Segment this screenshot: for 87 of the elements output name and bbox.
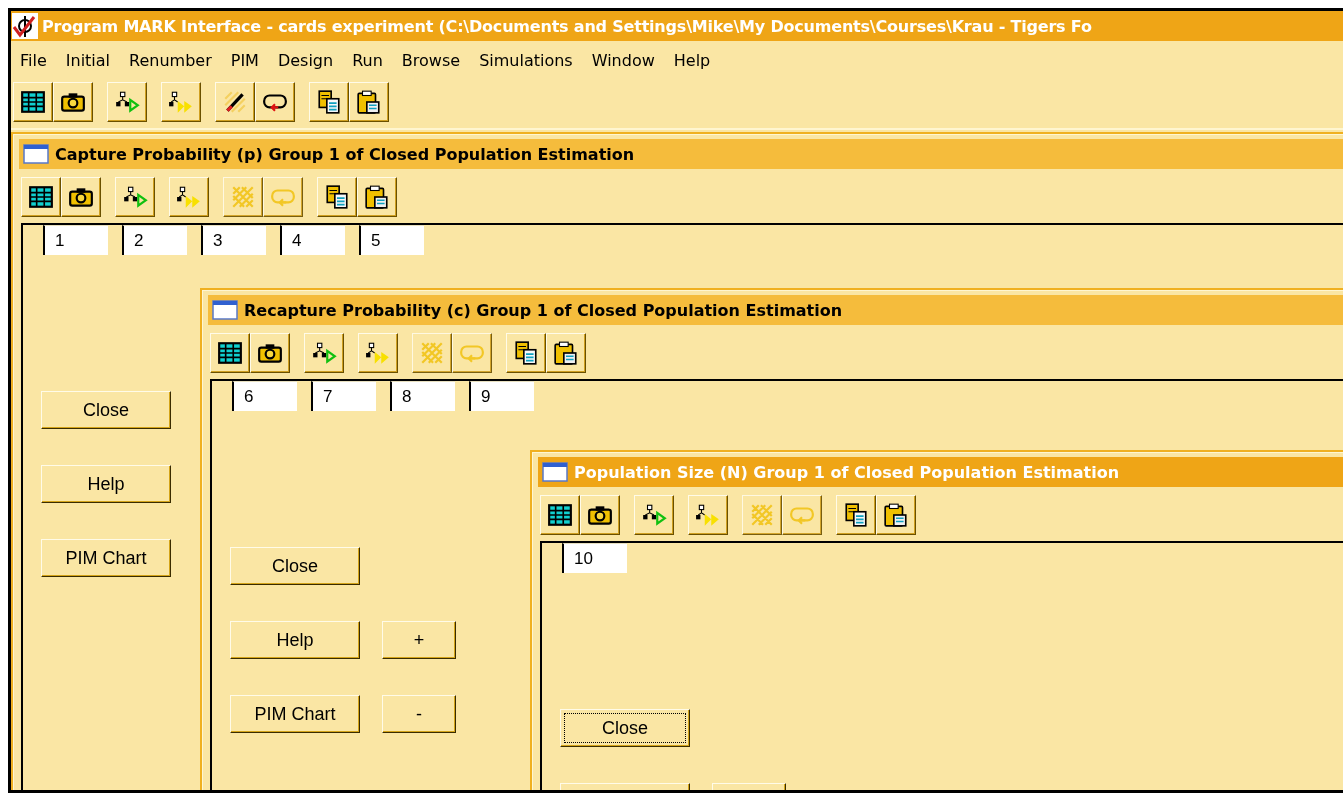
hatched-icon: [749, 502, 775, 528]
pencil-icon: [222, 89, 248, 115]
window-icon: [23, 144, 49, 164]
toolbar-button[interactable]: [540, 495, 580, 535]
tree-play-icon: [122, 184, 148, 210]
menu-item[interactable]: Design: [277, 51, 334, 77]
menu-item[interactable]: Initial: [65, 51, 111, 77]
window-title: Program MARK Interface - cards experiment (C:\Documents and Settings\Mike\My Documents\Courses\Krau - Tigers Fo: [42, 16, 1092, 36]
paste-icon: [364, 184, 390, 210]
tree-fast-forward-icon: [176, 184, 202, 210]
parameter-field[interactable]: 8: [390, 381, 455, 411]
toolbar-button[interactable]: [634, 495, 674, 535]
toolbar-button[interactable]: [210, 333, 250, 373]
toolbar-button[interactable]: [107, 82, 147, 122]
toolbar-button[interactable]: [317, 177, 357, 217]
parameter-field[interactable]: 1: [43, 225, 108, 255]
copy-icon: [324, 184, 350, 210]
dialog-button[interactable]: PIM Chart: [230, 695, 360, 733]
window-title: Recapture Probability (c) Group 1 of Closed Population Estimation: [244, 300, 843, 320]
dialog-button[interactable]: Help: [41, 465, 171, 503]
hatched-icon: [419, 340, 445, 366]
hatched-icon: [230, 184, 256, 210]
dialog-button[interactable]: Close: [230, 547, 360, 585]
window-title: Capture Probability (p) Group 1 of Closed Population Estimation: [55, 144, 635, 164]
paste-icon: [553, 340, 579, 366]
tree-fast-forward-icon: [365, 340, 391, 366]
parameter-field[interactable]: 2: [122, 225, 187, 255]
toolbar-button[interactable]: [358, 333, 398, 373]
toolbar-button[interactable]: [309, 82, 349, 122]
toolbar-button[interactable]: [215, 82, 255, 122]
menu-item[interactable]: Window: [591, 51, 655, 77]
tree-play-icon: [114, 89, 140, 115]
step-button[interactable]: +: [382, 621, 456, 659]
toolbar-button[interactable]: [836, 495, 876, 535]
menu-item[interactable]: Run: [352, 51, 383, 77]
parameter-field[interactable]: 5: [359, 225, 424, 255]
copy-icon: [513, 340, 539, 366]
toolbar-button[interactable]: [688, 495, 728, 535]
toolbar-button[interactable]: [169, 177, 209, 217]
dialog-button[interactable]: Help: [230, 621, 360, 659]
table-icon: [20, 89, 46, 115]
toolbar-button[interactable]: [357, 177, 397, 217]
menu-item[interactable]: Browse: [401, 51, 461, 77]
parameter-field[interactable]: 10: [562, 543, 627, 573]
menu-item[interactable]: Help: [673, 51, 711, 77]
toolbar-button[interactable]: [546, 333, 586, 373]
menu-item[interactable]: PIM: [230, 51, 259, 77]
toolbar-button[interactable]: [161, 82, 201, 122]
tree-play-icon: [641, 502, 667, 528]
parameter-field[interactable]: 9: [469, 381, 534, 411]
toolbar-button[interactable]: [250, 333, 290, 373]
toolbar-button[interactable]: [349, 82, 389, 122]
tree-play-icon: [311, 340, 337, 366]
paste-icon: [356, 89, 382, 115]
app-logo-icon: [12, 13, 38, 39]
toolbar-button[interactable]: [304, 333, 344, 373]
parameter-field[interactable]: 6: [232, 381, 297, 411]
toolbar-button[interactable]: [13, 82, 53, 122]
menu-item[interactable]: Renumber: [129, 51, 212, 77]
window-icon: [542, 462, 568, 482]
window-title: Population Size (N) Group 1 of Closed Population Estimation: [574, 462, 1120, 482]
table-icon: [28, 184, 54, 210]
table-icon: [547, 502, 573, 528]
toolbar-button[interactable]: [115, 177, 155, 217]
parameter-field[interactable]: 7: [311, 381, 376, 411]
toolbar-button[interactable]: [255, 82, 295, 122]
toolbar-button[interactable]: [506, 333, 546, 373]
menu-item[interactable]: Simulations: [479, 51, 573, 77]
step-button[interactable]: -: [382, 695, 456, 733]
toolbar-button[interactable]: [53, 82, 93, 122]
window-icon: [212, 300, 238, 320]
parameter-field[interactable]: 4: [280, 225, 345, 255]
table-icon: [217, 340, 243, 366]
toolbar-button[interactable]: [21, 177, 61, 217]
dialog-button[interactable]: PIM Chart: [41, 539, 171, 577]
toolbar-button[interactable]: [61, 177, 101, 217]
paste-icon: [883, 502, 909, 528]
dialog-button[interactable]: Close: [41, 391, 171, 429]
toolbar-button[interactable]: [876, 495, 916, 535]
copy-icon: [316, 89, 342, 115]
toolbar-button[interactable]: [580, 495, 620, 535]
menu-item[interactable]: File: [20, 51, 47, 77]
parameter-field[interactable]: 3: [201, 225, 266, 255]
tree-fast-forward-icon: [168, 89, 194, 115]
tree-fast-forward-icon: [695, 502, 721, 528]
copy-icon: [843, 502, 869, 528]
dialog-button[interactable]: Close: [560, 709, 690, 747]
